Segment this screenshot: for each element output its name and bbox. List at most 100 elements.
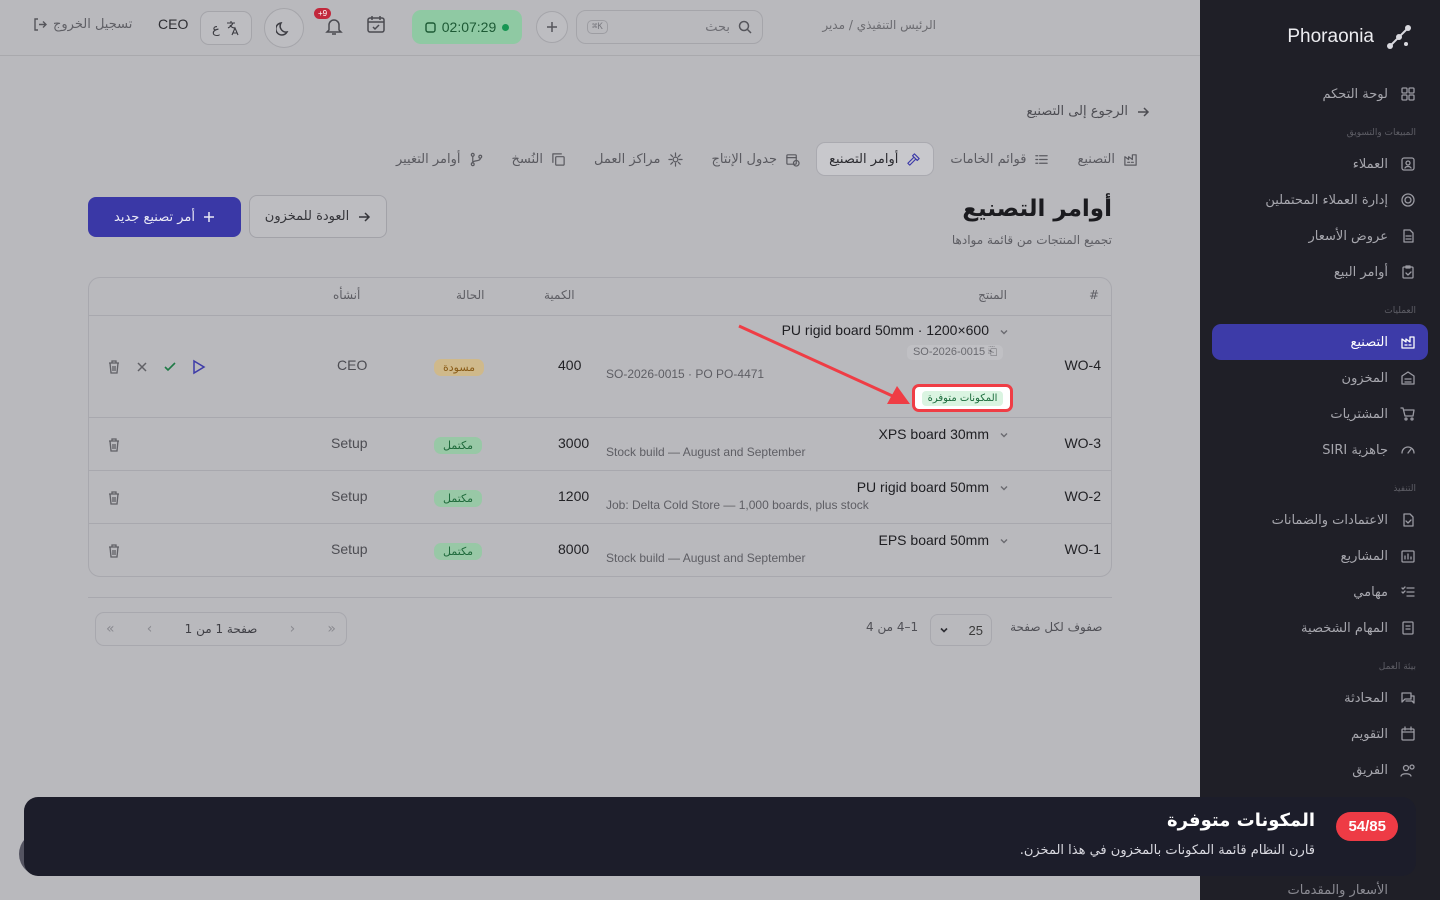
sidebar-item[interactable]: المشاريع — [1212, 538, 1428, 574]
sidebar-item-prices[interactable]: الأسعار والمقدمات — [1288, 883, 1389, 898]
delete-button[interactable] — [106, 437, 122, 453]
stop-icon — [425, 21, 436, 33]
language-toggle[interactable]: ع — [200, 11, 252, 45]
sidebar-item[interactable]: المشتريات — [1212, 396, 1428, 432]
sidebar-item[interactable]: العملاء — [1212, 146, 1428, 182]
pagination-controls: « ‹ صفحة 1 من 1 › » — [95, 612, 347, 646]
module-tab[interactable]: أوامر التغيير — [384, 142, 496, 176]
table-header: # المنتج الكمية الحالة أنشأه — [89, 278, 1111, 316]
delete-button[interactable] — [106, 359, 122, 375]
module-tabs: التصنيع قوائم الخامات أوامر التصنيع جدول ال… — [350, 141, 1150, 177]
first-page-button[interactable]: « — [106, 621, 115, 637]
sidebar-nav: لوحة التحكم المبيعات والتسويق العملاء إدارة… — [1212, 76, 1428, 788]
table-row[interactable]: WO-1 EPS board 50mm Stock build — August a… — [89, 524, 1111, 576]
sidebar-item[interactable]: المخزون — [1212, 360, 1428, 396]
team-icon — [1400, 764, 1415, 777]
logout-label: تسجيل الخروج — [53, 17, 133, 32]
user-name[interactable]: CEO — [158, 16, 188, 32]
search-input[interactable]: بحث K⌘ — [576, 10, 763, 44]
sidebar-section-label: العمليات — [1384, 306, 1416, 316]
sidebar-item[interactable]: المهام الشخصية — [1212, 610, 1428, 646]
status-badge: مكتمل — [434, 437, 482, 454]
module-tab[interactable]: جدول الإنتاج — [699, 142, 812, 176]
module-tab[interactable]: النُسخ — [500, 142, 578, 176]
sidebar-item-label: المخزون — [1341, 370, 1388, 386]
sales-order-tag[interactable]: SO-2026-0015 ⎗ — [906, 345, 1003, 360]
product-name: XPS board 30mm — [878, 426, 990, 442]
table-row[interactable]: WO-3 XPS board 30mm Stock build — August a… — [89, 418, 1111, 471]
calendar-clock-icon — [786, 153, 800, 167]
search-placeholder: بحث — [705, 19, 730, 35]
prev-page-button[interactable]: ‹ — [147, 621, 153, 637]
translate-icon: ع — [212, 21, 239, 37]
sidebar-item-label: الاعتمادات والضمانات — [1271, 512, 1388, 528]
sidebar-item-label: المشتريات — [1330, 406, 1388, 422]
cancel-button[interactable] — [134, 359, 150, 375]
expand-product-button[interactable] — [999, 327, 1009, 337]
sidebar-item[interactable]: مهامي — [1212, 574, 1428, 610]
sidebar-item-label: إدارة العملاء المحتملين — [1265, 192, 1388, 208]
module-tab-label: التصنيع — [1077, 151, 1115, 167]
last-page-button[interactable]: » — [327, 621, 336, 637]
work-order-id[interactable]: WO-3 — [1064, 435, 1101, 451]
start-button[interactable] — [190, 359, 206, 375]
tour-title: المكونات متوفرة — [1166, 810, 1315, 831]
expand-product-button[interactable] — [999, 483, 1009, 493]
sidebar-item[interactable]: الاعتمادات والضمانات — [1212, 502, 1428, 538]
sidebar-item[interactable]: التصنيع — [1212, 324, 1428, 360]
next-page-button[interactable]: › — [290, 621, 296, 637]
brand[interactable]: Phoraonia — [1287, 22, 1414, 52]
approve-button[interactable] — [162, 359, 178, 375]
add-button[interactable] — [536, 11, 568, 43]
logout-button[interactable]: تسجيل الخروج — [32, 17, 132, 32]
work-order-id[interactable]: WO-2 — [1064, 488, 1101, 504]
factory-icon — [1401, 336, 1415, 349]
expand-product-button[interactable] — [999, 536, 1009, 546]
cog-icon — [668, 151, 684, 167]
sidebar-item[interactable]: المحادثة — [1212, 680, 1428, 716]
status-badge: مكتمل — [434, 490, 482, 507]
work-order-id[interactable]: WO-1 — [1064, 541, 1101, 557]
sidebar-item[interactable]: أوامر البيع — [1212, 254, 1428, 290]
logo-icon — [1387, 25, 1411, 49]
rows-per-page-select[interactable]: 25 — [930, 614, 992, 646]
delete-button[interactable] — [106, 490, 122, 506]
col-product: المنتج — [978, 288, 1007, 302]
sidebar-item[interactable]: إدارة العملاء المحتملين — [1212, 182, 1428, 218]
module-tab[interactable]: أوامر التصنيع — [816, 142, 935, 176]
brand-name: Phoraonia — [1287, 26, 1374, 47]
delete-button[interactable] — [106, 543, 122, 559]
availability-label: المكونات متوفرة — [921, 390, 1004, 406]
sidebar-item[interactable]: التقويم — [1212, 716, 1428, 752]
time-tracker[interactable]: 02:07:29 — [412, 10, 522, 44]
module-tab-label: جدول الإنتاج — [711, 151, 778, 167]
sidebar-item[interactable]: لوحة التحكم — [1212, 76, 1428, 112]
module-tab-label: مراكز العمل — [594, 151, 661, 167]
product-name: PU rigid board 50mm — [856, 479, 989, 495]
table-row[interactable]: WO-2 PU rigid board 50mm Job: Delta Cold S… — [89, 471, 1111, 524]
module-tab[interactable]: التصنيع — [1065, 142, 1150, 176]
trash-icon — [109, 544, 119, 558]
module-tab[interactable]: قوائم الخامات — [938, 142, 1061, 176]
work-order-id[interactable]: WO-4 — [1064, 357, 1101, 373]
components-available-chip[interactable]: المكونات متوفرة — [912, 384, 1013, 412]
logout-icon — [34, 18, 47, 31]
tour-popover — [24, 797, 1416, 876]
sidebar-section-label: التنفيذ — [1393, 484, 1416, 494]
back-to-inventory-button[interactable]: العودة للمخزون — [249, 195, 387, 238]
sidebar-item[interactable]: جاهزية SIRI — [1212, 432, 1428, 468]
theme-toggle[interactable] — [264, 8, 304, 48]
calendar-icon — [367, 16, 385, 33]
product-name: EPS board 50mm — [878, 532, 990, 548]
expand-product-button[interactable] — [999, 430, 1009, 440]
quantity-value: 8000 — [558, 541, 590, 557]
sidebar-item[interactable]: عروض الأسعار — [1212, 218, 1428, 254]
sidebar-item[interactable]: الفريق — [1212, 752, 1428, 788]
notifications-button[interactable] — [324, 16, 344, 36]
topbar: الرئيس التنفيذي / مدير بحث K⌘ 02:07:29 +… — [0, 0, 1200, 56]
plus-icon — [547, 22, 557, 32]
back-to-manufacturing-link[interactable]: الرجوع إلى التصنيع — [1027, 104, 1150, 119]
new-work-order-button[interactable]: أمر تصنيع جديد — [88, 197, 241, 237]
calendar-button[interactable] — [366, 14, 386, 34]
module-tab[interactable]: مراكز العمل — [582, 142, 695, 176]
